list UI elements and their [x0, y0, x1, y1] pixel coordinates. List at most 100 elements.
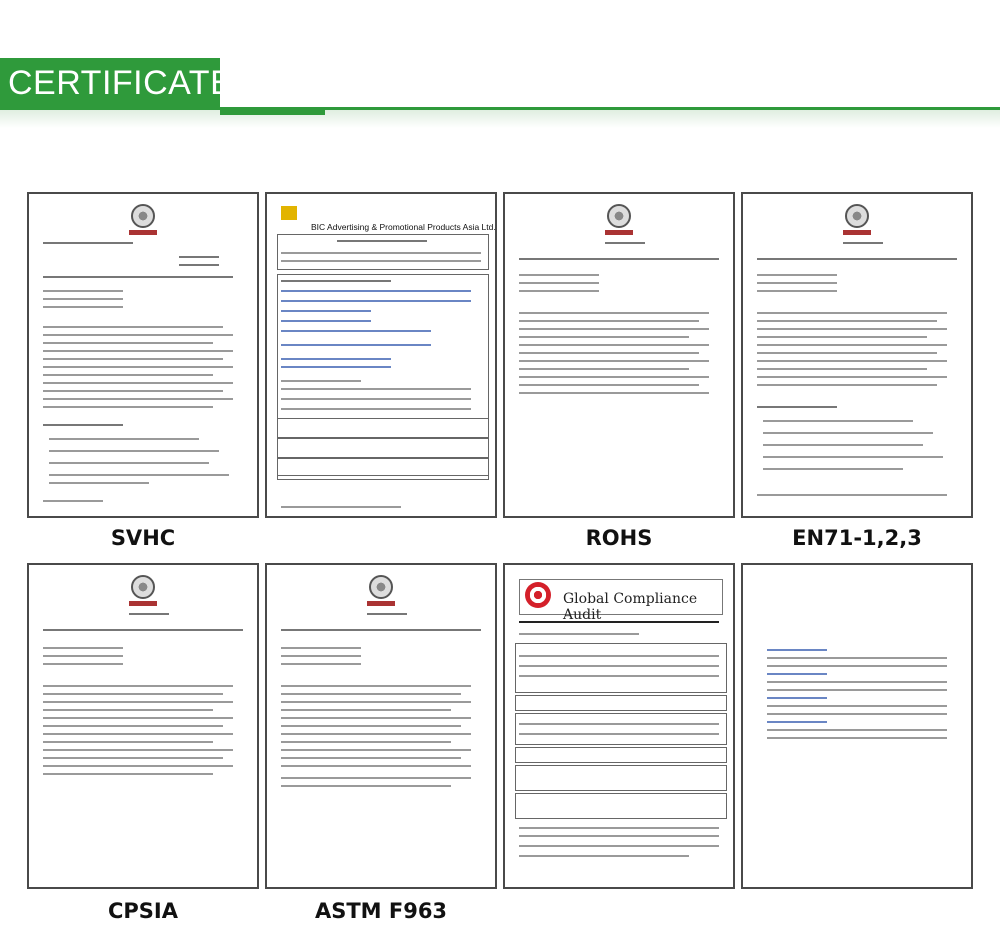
doc-line [281, 388, 471, 390]
certificate-label: ROHS [585, 526, 653, 550]
doc-line [281, 725, 461, 727]
doc-line [757, 368, 927, 370]
doc-line [757, 494, 947, 496]
issue-table [515, 765, 727, 791]
doc-line [757, 312, 947, 314]
doc-line [757, 352, 937, 354]
company-name: BIC Advertising & Promotional Products A… [311, 222, 496, 232]
doc-line [605, 242, 645, 244]
doc-line [281, 330, 431, 332]
doc-line [281, 408, 471, 410]
doc-line [281, 785, 451, 787]
doc-line [43, 717, 233, 719]
target-logo-icon [525, 582, 551, 608]
doc-line [281, 300, 471, 302]
page-title: CERTIFICATE [8, 64, 234, 102]
doc-line [519, 328, 709, 330]
doc-line [763, 420, 913, 422]
doc-line [43, 693, 223, 695]
doc-line [519, 360, 709, 362]
doc-line [519, 376, 709, 378]
certificate-card-svhc[interactable] [27, 192, 259, 518]
doc-line [519, 665, 719, 667]
doc-line [281, 717, 471, 719]
doc-line [281, 655, 361, 657]
doc-line [281, 280, 391, 282]
certificate-card-blank[interactable] [741, 563, 973, 889]
doc-line [767, 673, 827, 675]
doc-line [281, 344, 431, 346]
doc-line [767, 665, 947, 667]
doc-line [519, 290, 599, 292]
certificate-card-astm-f963[interactable] [265, 563, 497, 889]
doc-line [767, 713, 947, 715]
doc-line [43, 709, 213, 711]
doc-line [43, 306, 123, 308]
doc-line [757, 258, 957, 260]
doc-line [757, 328, 947, 330]
doc-line [43, 298, 123, 300]
doc-line [519, 835, 719, 837]
logo-bar [129, 230, 157, 235]
certificate-card-factory-audit[interactable]: BIC Advertising & Promotional Products A… [265, 192, 497, 518]
header-rule-tab [220, 110, 325, 115]
doc-line [281, 647, 361, 649]
doc-line [767, 737, 947, 739]
doc-line [43, 406, 213, 408]
bic-logo-icon [281, 206, 297, 220]
comments-box [515, 747, 727, 763]
doc-line [519, 392, 709, 394]
logo-bar [367, 601, 395, 606]
doc-line [43, 757, 223, 759]
certificate-card-cpsia[interactable] [27, 563, 259, 889]
doc-line [843, 242, 883, 244]
doc-line [757, 376, 947, 378]
doc-line [281, 749, 471, 751]
doc-line [49, 474, 229, 476]
doc-line [281, 765, 471, 767]
doc-line [767, 697, 827, 699]
doc-line [281, 252, 481, 254]
doc-line [519, 827, 719, 829]
bureau-veritas-logo-icon [131, 575, 155, 599]
doc-line [519, 845, 719, 847]
doc-line [43, 741, 213, 743]
bureau-veritas-logo-icon [845, 204, 869, 228]
doc-line [43, 424, 123, 426]
doc-line [767, 721, 827, 723]
certificate-card-compliance-audit[interactable]: Global Compliance Audit [503, 563, 735, 889]
doc-line [43, 390, 223, 392]
certificate-card-en71[interactable] [741, 192, 973, 518]
bureau-veritas-logo-icon [369, 575, 393, 599]
oem-box [277, 438, 489, 458]
bureau-veritas-logo-icon [607, 204, 631, 228]
doc-line [281, 757, 461, 759]
doc-line [519, 312, 709, 314]
doc-line [281, 777, 471, 779]
doc-line [757, 320, 937, 322]
doc-line [49, 462, 209, 464]
doc-line [757, 336, 927, 338]
doc-line [519, 352, 699, 354]
doc-line [519, 633, 639, 635]
doc-line [43, 374, 213, 376]
doc-line [757, 290, 837, 292]
doc-line [281, 701, 471, 703]
markets-box [277, 418, 489, 438]
doc-line [519, 258, 719, 260]
certificate-card-rohs[interactable] [503, 192, 735, 518]
doc-line [519, 675, 719, 677]
audit-title: Global Compliance Audit [563, 591, 698, 623]
doc-line [43, 366, 233, 368]
doc-line [281, 366, 391, 368]
doc-line [519, 384, 699, 386]
doc-line [519, 320, 699, 322]
logo-bar [605, 230, 633, 235]
doc-line [519, 655, 719, 657]
doc-line [367, 613, 407, 615]
doc-line [767, 729, 947, 731]
doc-line [43, 725, 223, 727]
issue-table [515, 643, 727, 693]
doc-line [43, 765, 233, 767]
doc-line [281, 741, 451, 743]
